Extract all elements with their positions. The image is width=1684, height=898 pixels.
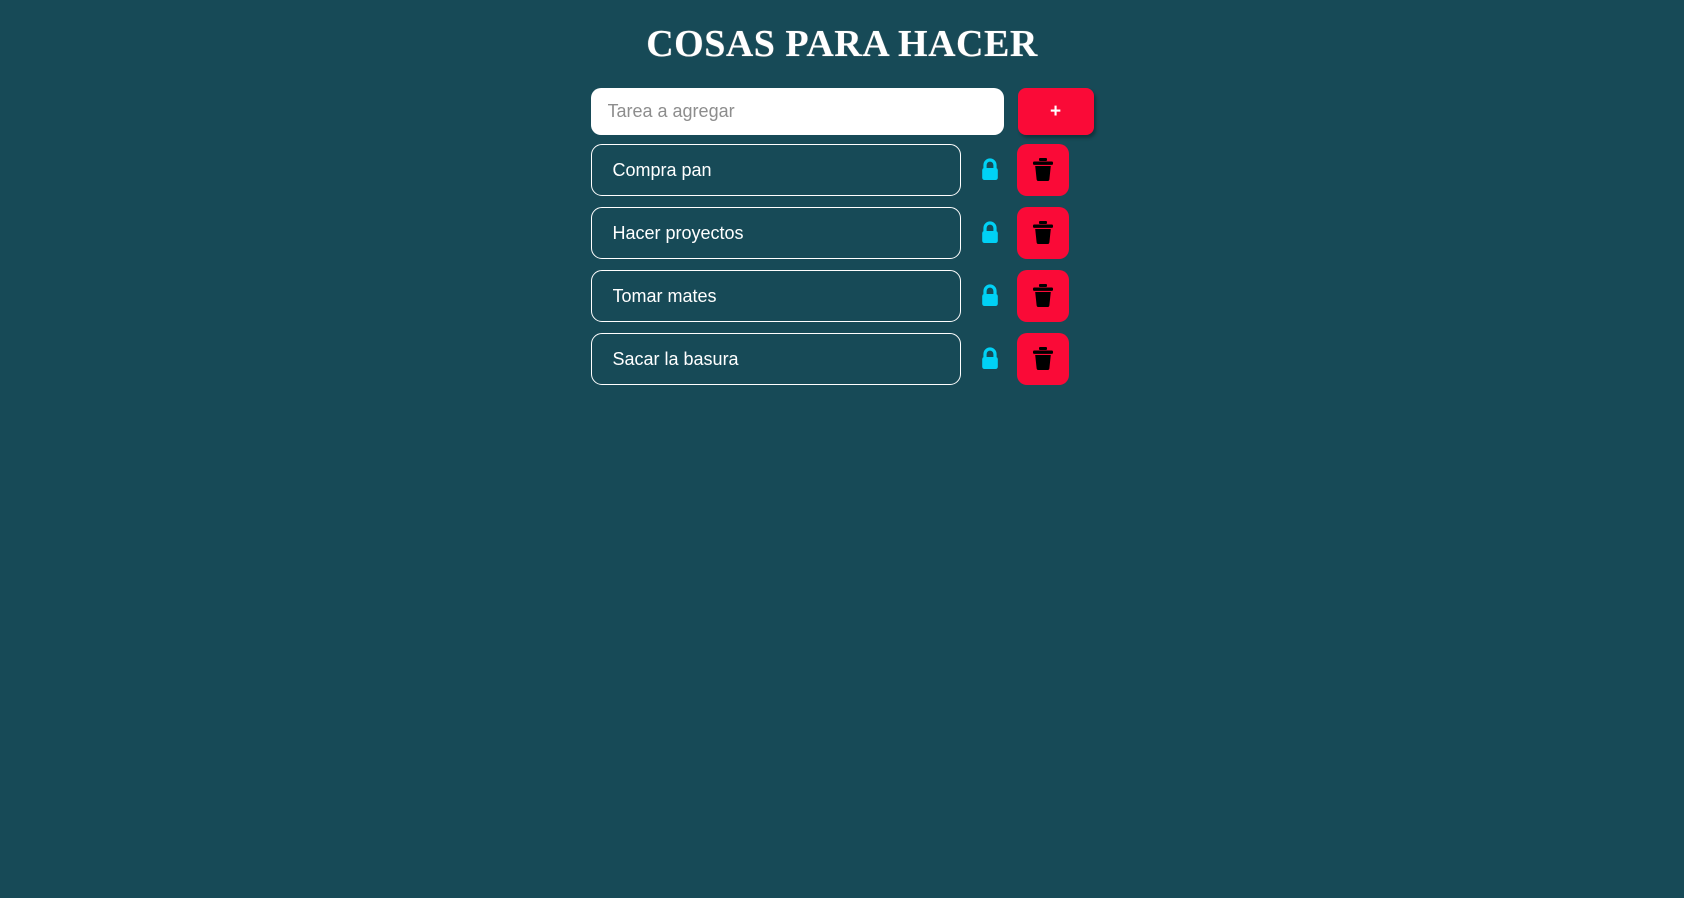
task-row <box>590 207 1104 259</box>
trash-icon <box>1032 158 1053 182</box>
lock-closed-icon[interactable] <box>979 221 1001 245</box>
add-task-button[interactable]: + <box>1017 88 1094 135</box>
task-text-input[interactable] <box>590 144 961 196</box>
lock-closed-icon[interactable] <box>979 284 1001 308</box>
trash-icon <box>1032 284 1053 308</box>
task-text-input[interactable] <box>590 270 961 322</box>
page-title: COSAS PARA HACER <box>646 23 1038 65</box>
trash-icon <box>1032 221 1053 245</box>
delete-task-button[interactable] <box>1016 144 1069 196</box>
delete-task-button[interactable] <box>1016 333 1069 385</box>
task-row <box>590 144 1104 196</box>
task-row <box>590 270 1104 322</box>
task-list <box>590 144 1104 396</box>
add-task-input[interactable] <box>590 88 1004 135</box>
lock-closed-icon[interactable] <box>979 347 1001 371</box>
task-row <box>590 333 1104 385</box>
todo-app: COSAS PARA HACER + <box>0 0 1684 898</box>
delete-task-button[interactable] <box>1016 270 1069 322</box>
trash-icon <box>1032 347 1053 371</box>
add-task-row: + <box>590 88 1104 135</box>
task-text-input[interactable] <box>590 333 961 385</box>
plus-icon: + <box>1049 101 1062 122</box>
task-text-input[interactable] <box>590 207 961 259</box>
lock-closed-icon[interactable] <box>979 158 1001 182</box>
delete-task-button[interactable] <box>1016 207 1069 259</box>
